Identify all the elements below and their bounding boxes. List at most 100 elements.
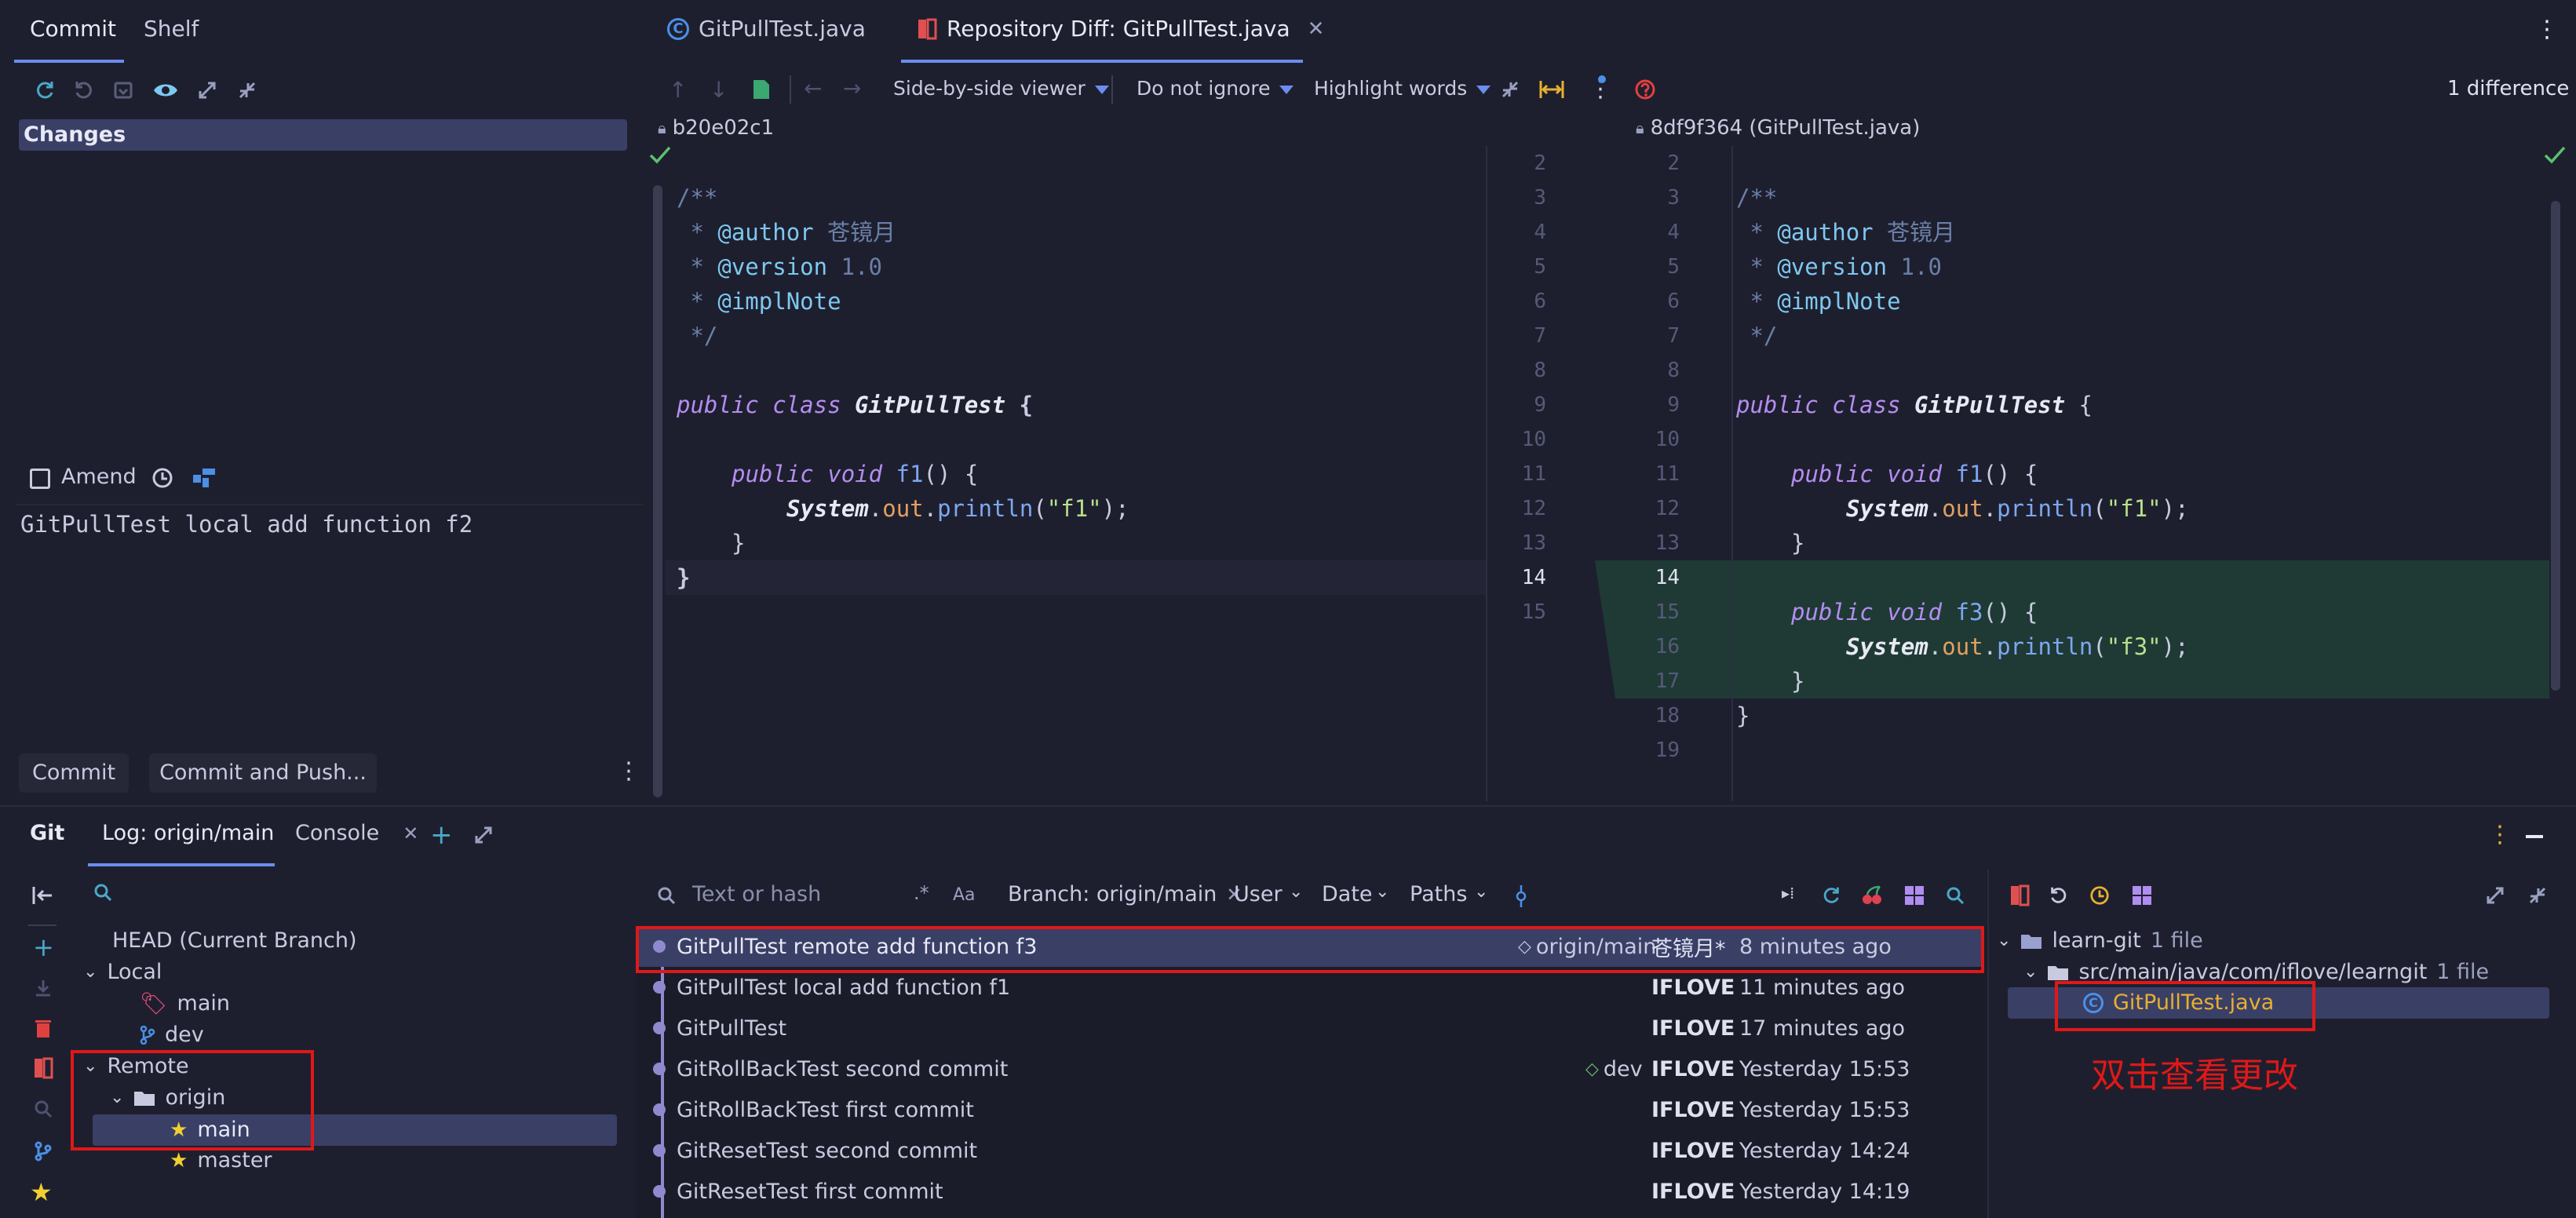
- amend-label[interactable]: Amend: [61, 465, 137, 489]
- expand-icon[interactable]: [471, 822, 496, 848]
- commit-message: GitRollBackTest second commit: [677, 1056, 1009, 1081]
- commit-row[interactable]: GitResetTest second commit IFLOVE Yester…: [637, 1130, 1981, 1171]
- search-icon[interactable]: [93, 882, 113, 903]
- commit-time: Yesterday 14:19: [1739, 1179, 1910, 1204]
- revert-icon[interactable]: [2047, 884, 2071, 907]
- right-revision: 🔒︎ 8df9f364 (GitPullTest.java): [1636, 116, 1920, 140]
- history-icon[interactable]: [149, 465, 176, 491]
- sync-scroll-icon[interactable]: [1538, 77, 1565, 102]
- commit-row[interactable]: GitRollBackTest second commit ◇ dev IFLOV…: [637, 1048, 1981, 1089]
- toolwindow-more-icon[interactable]: ⋮: [2488, 821, 2512, 848]
- layout-grid-icon[interactable]: [2130, 884, 2154, 907]
- branch-filter[interactable]: Branch: origin/main ✕: [1008, 882, 1242, 906]
- collapse-branches-icon[interactable]: [28, 882, 57, 909]
- cherry-pick-icon[interactable]: [1860, 884, 1884, 907]
- date-filter[interactable]: Date: [1322, 882, 1373, 906]
- commit-and-push-button[interactable]: Commit and Push...: [149, 753, 377, 793]
- collapse-icon[interactable]: [234, 77, 261, 104]
- shelve-icon[interactable]: [110, 77, 137, 104]
- search-icon[interactable]: [31, 1097, 55, 1121]
- tab-commit-underline: [14, 60, 124, 63]
- collapse-unchanged-icon[interactable]: [1498, 77, 1523, 102]
- tab-log-underline: [88, 863, 275, 866]
- highlight-box-commit: [636, 926, 1984, 973]
- expand-icon[interactable]: [2483, 884, 2507, 907]
- left-editor[interactable]: /** * @author 苍镜月 * @version 1.0 * @impl…: [666, 146, 1487, 801]
- refresh-icon[interactable]: [31, 77, 58, 104]
- editor-more-icon[interactable]: ⋮: [2535, 16, 2559, 43]
- regex-icon[interactable]: .*: [914, 882, 929, 904]
- ignore-dropdown[interactable]: Do not ignore: [1137, 77, 1293, 100]
- branch-icon[interactable]: [31, 1140, 55, 1163]
- commit-time: 11 minutes ago: [1739, 975, 1906, 1000]
- collapse-icon[interactable]: [2526, 884, 2549, 907]
- tab-commit[interactable]: Commit: [30, 16, 116, 42]
- commit-options-icon[interactable]: [190, 465, 218, 491]
- eye-icon[interactable]: [151, 77, 181, 104]
- cherry-pick-filter-icon[interactable]: ▸⁞: [1782, 884, 1794, 903]
- right-scrollbar[interactable]: [2551, 201, 2560, 691]
- match-case-toggle[interactable]: Aa: [953, 885, 976, 905]
- tab-gitpulltest-java[interactable]: C GitPullTest.java: [667, 16, 866, 42]
- amend-checkbox[interactable]: [30, 469, 50, 489]
- chevron-down-icon: ⌄: [1997, 931, 2012, 950]
- jump-to-source-icon[interactable]: [749, 77, 774, 102]
- add-tab-icon[interactable]: +: [430, 819, 453, 851]
- tab-git[interactable]: Git: [30, 821, 64, 845]
- toolbar-separator: [790, 75, 791, 104]
- paths-filter[interactable]: Paths: [1410, 882, 1467, 906]
- branch-local-main[interactable]: 🏷︎ main: [140, 989, 230, 1019]
- next-diff-icon[interactable]: ↓: [710, 77, 728, 103]
- module-folder-icon: [2020, 932, 2042, 950]
- close-icon[interactable]: ✕: [1308, 17, 1325, 41]
- commit-dot: [653, 1103, 666, 1116]
- more-options-icon[interactable]: ⋮: [617, 760, 640, 786]
- tab-repository-diff[interactable]: Repository Diff: GitPullTest.java ✕: [917, 16, 1324, 42]
- expand-icon[interactable]: [194, 77, 221, 104]
- commit-filter-icon[interactable]: [1512, 885, 1531, 907]
- tab-log[interactable]: Log: origin/main: [102, 821, 274, 845]
- tab-shelf[interactable]: Shelf: [144, 16, 199, 42]
- local-label: Local: [107, 960, 162, 984]
- refresh-icon[interactable]: [1819, 884, 1843, 907]
- help-icon[interactable]: [1633, 77, 1658, 102]
- rollback-icon[interactable]: [71, 77, 97, 104]
- search-icon[interactable]: [1943, 884, 1967, 907]
- changed-root[interactable]: ⌄ learn-git 1 file: [1997, 926, 2203, 956]
- prev-diff-icon[interactable]: ↑: [669, 77, 687, 103]
- commit-row[interactable]: GitPullTest IFLOVE 17 minutes ago: [637, 1008, 1981, 1048]
- layout-grid-icon[interactable]: [1903, 884, 1926, 907]
- right-editor[interactable]: /** * @author 苍镜月 * @version 1.0 * @impl…: [1733, 146, 2549, 801]
- next-file-icon[interactable]: →: [843, 75, 861, 101]
- tab-console[interactable]: Console ✕: [295, 821, 418, 845]
- toolbar-separator: [1111, 75, 1113, 104]
- compare-icon[interactable]: [31, 1056, 55, 1080]
- favorite-icon[interactable]: ★: [30, 1177, 53, 1207]
- user-filter[interactable]: User: [1234, 882, 1283, 906]
- close-icon[interactable]: ✕: [403, 822, 418, 844]
- local-group[interactable]: ⌄ Local: [83, 957, 162, 987]
- log-search-input[interactable]: Text or hash: [692, 882, 896, 910]
- diff-icon[interactable]: [2008, 884, 2031, 907]
- minimize-icon[interactable]: [2526, 835, 2543, 838]
- head-branch[interactable]: HEAD (Current Branch): [112, 926, 357, 956]
- branch-label: main: [177, 991, 231, 1016]
- delete-icon[interactable]: [31, 1017, 55, 1041]
- update-icon[interactable]: [31, 976, 55, 1000]
- history-icon[interactable]: [2088, 884, 2111, 907]
- changes-node[interactable]: Changes: [19, 119, 627, 151]
- new-branch-icon[interactable]: +: [33, 932, 54, 962]
- viewer-dropdown[interactable]: Side-by-side viewer: [893, 77, 1109, 100]
- commit-row[interactable]: GitRollBackTest first commit IFLOVE Yest…: [637, 1089, 1981, 1130]
- code-line: * @implNote: [677, 288, 841, 315]
- root-label: learn-git: [2052, 928, 2141, 953]
- highlight-dropdown[interactable]: Highlight words: [1314, 77, 1491, 100]
- panel-splitter[interactable]: [653, 185, 662, 797]
- commit-time: Yesterday 14:24: [1739, 1138, 1910, 1163]
- search-icon: [656, 885, 677, 906]
- branch-local-dev[interactable]: dev: [140, 1020, 204, 1050]
- prev-file-icon[interactable]: ←: [804, 75, 822, 101]
- commit-message-input[interactable]: GitPullTest local add function f2: [20, 509, 633, 744]
- commit-button[interactable]: Commit: [19, 753, 129, 793]
- commit-row[interactable]: GitResetTest first commit IFLOVE Yesterd…: [637, 1171, 1981, 1212]
